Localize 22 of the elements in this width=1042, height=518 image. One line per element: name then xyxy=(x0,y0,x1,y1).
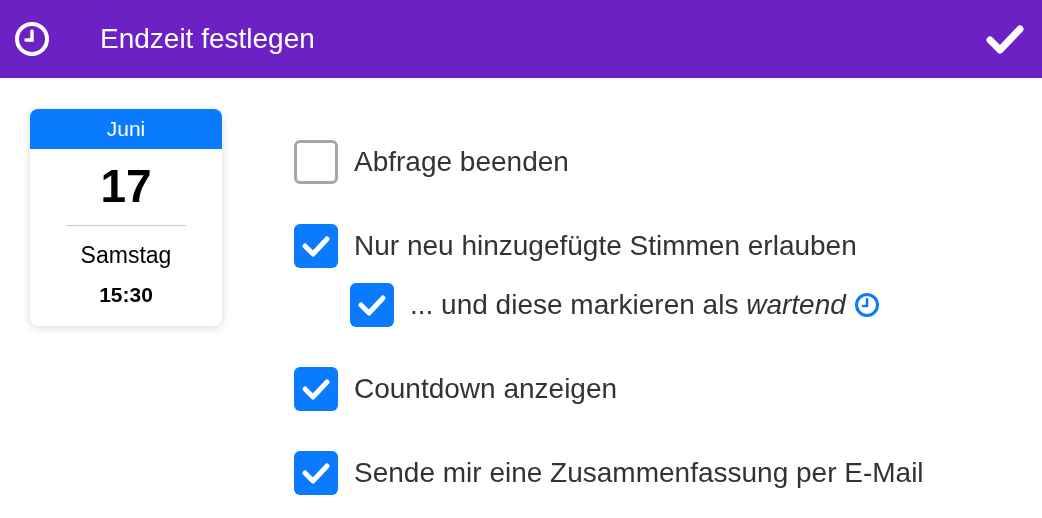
checkbox[interactable] xyxy=(294,224,338,268)
day-number: 17 xyxy=(100,163,152,209)
checkbox[interactable] xyxy=(350,283,394,327)
checkmark-icon[interactable] xyxy=(986,24,1024,54)
weekday-label: Samstag xyxy=(80,241,172,270)
option-label: Countdown anzeigen xyxy=(354,372,618,406)
date-card[interactable]: Juni 17 Samstag 15:30 xyxy=(30,109,222,326)
window-title: Endzeit festlegen xyxy=(100,22,315,56)
option-label: ... und diese markieren als wartend xyxy=(410,288,846,322)
checkbox[interactable] xyxy=(294,367,338,411)
checkmark-icon xyxy=(302,378,330,400)
checkmark-icon xyxy=(302,462,330,484)
option-label: Sende mir eine Zusammenfassung per E-Mail xyxy=(354,456,924,490)
checkmark-icon xyxy=(302,235,330,257)
checkbox[interactable] xyxy=(294,451,338,495)
checkbox[interactable] xyxy=(294,140,338,184)
clock-icon[interactable] xyxy=(853,292,880,318)
month-label: Juni xyxy=(30,109,222,149)
time-label: 15:30 xyxy=(99,281,153,308)
option-label: Nur neu hinzugefügte Stimmen erlauben xyxy=(354,229,857,263)
option-label: Abfrage beenden xyxy=(354,145,569,179)
checkmark-icon xyxy=(358,294,386,316)
